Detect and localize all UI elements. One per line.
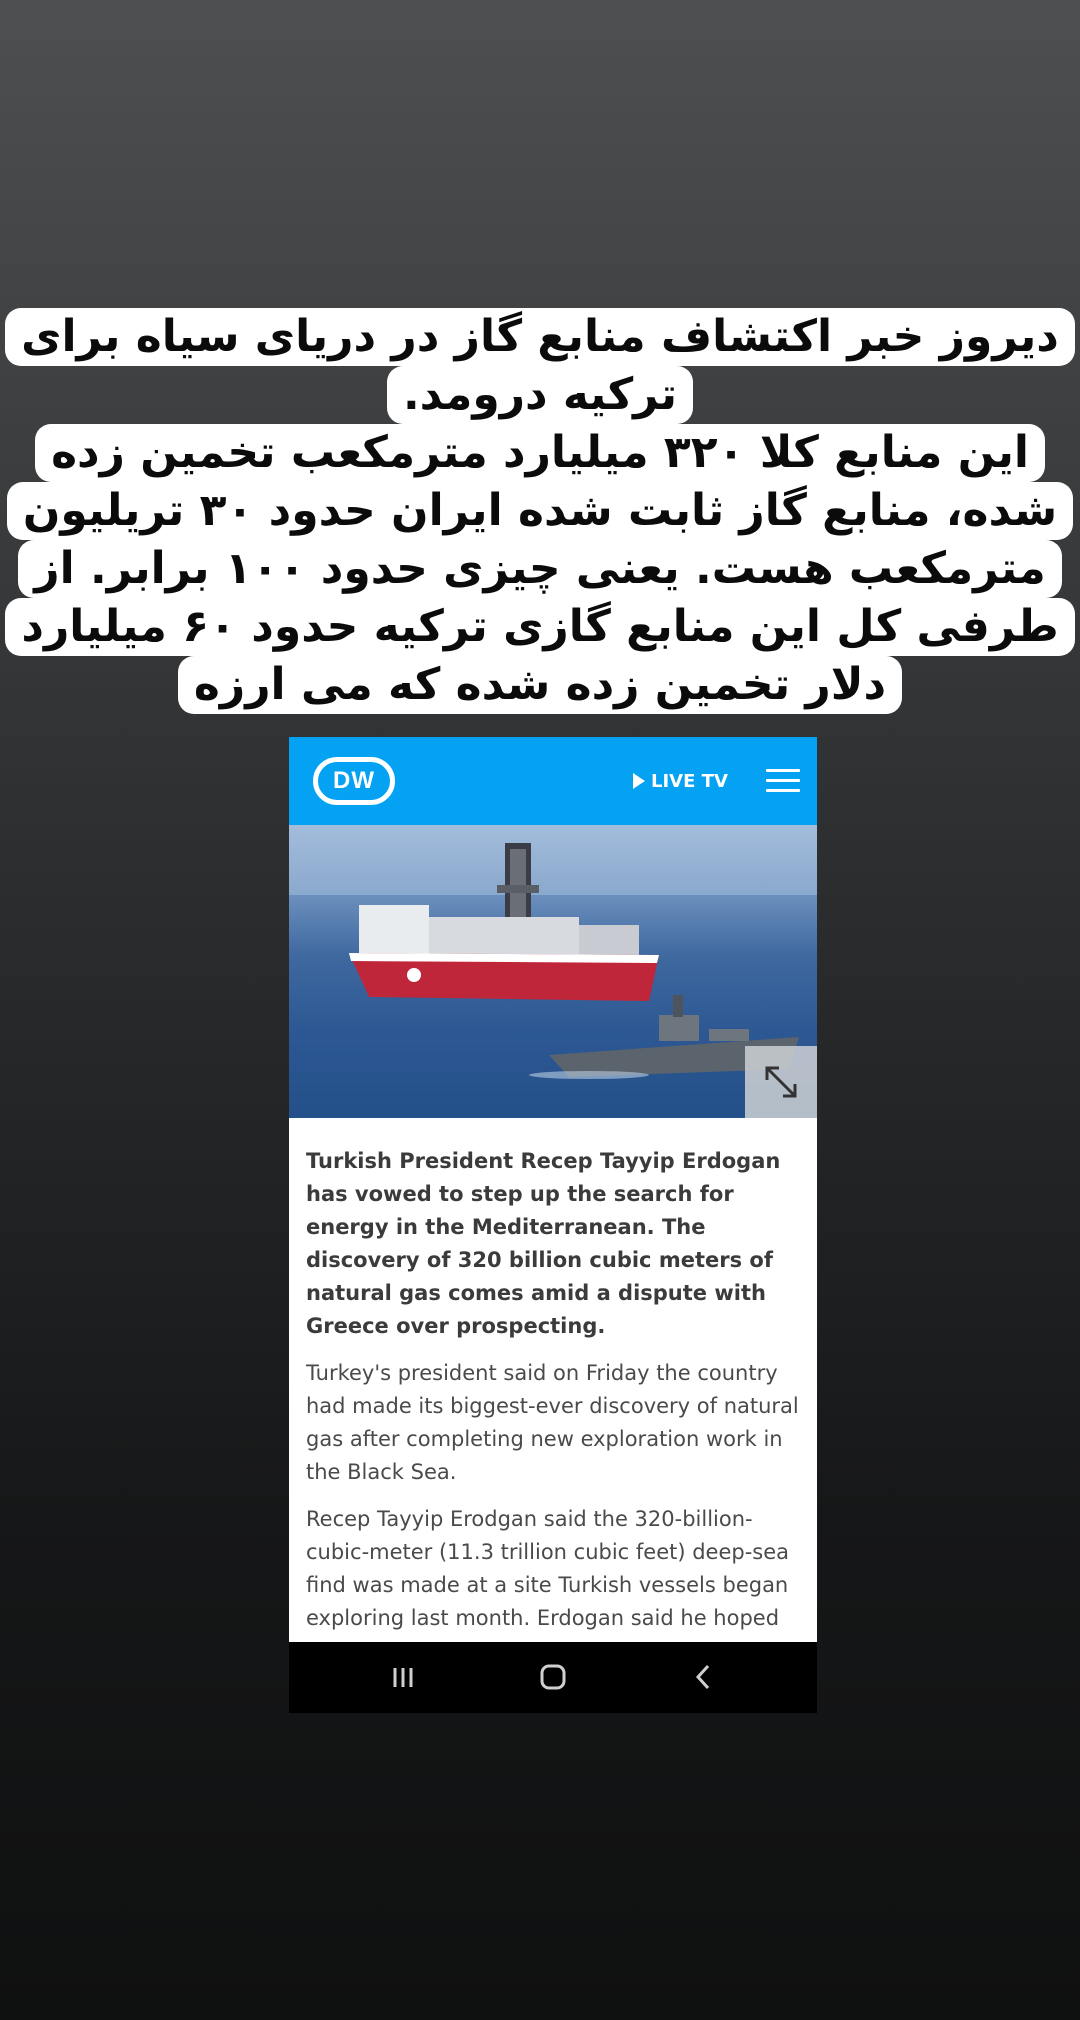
caption-line: دیروز خبر اکتشاف منابع گاز در دریای سیاه… [5,308,1075,366]
caption-line: ترکیه درومد. [386,366,694,424]
story-caption: دیروز خبر اکتشاف منابع گاز در دریای سیاه… [0,308,1080,714]
article-lead: Turkish President Recep Tayyip Erdogan h… [306,1149,781,1338]
home-button[interactable] [513,1642,593,1713]
hero-image[interactable] [289,825,817,1118]
back-button[interactable] [662,1642,742,1713]
recent-apps-button[interactable] [363,1642,443,1713]
site-header: DW LIVE TV [289,737,817,825]
caption-line: طرفی کل این منابع گازی ترکیه حدود ۶۰ میل… [5,598,1075,656]
android-nav-bar [289,1642,817,1713]
article-paragraph: Recep Tayyip Erodgan said the 320-billio… [306,1507,790,1630]
recent-apps-icon [393,1668,413,1687]
live-tv-label: LIVE TV [651,770,728,792]
home-icon [540,1664,566,1690]
article-body: Turkish President Recep Tayyip Erdogan h… [306,1145,806,1649]
back-icon [695,1664,710,1690]
play-icon [633,773,645,789]
expand-button[interactable] [745,1046,817,1118]
dw-logo-text: DW [333,767,375,794]
caption-line: مترمکعب هست. یعنی چیزی حدود ۱۰۰ برابر. ا… [18,540,1062,598]
article-paragraph: Turkey's president said on Friday the co… [306,1361,799,1484]
caption-line: این منابع کلا ۳۲۰ میلیارد مترمکعب تخمین … [35,424,1045,482]
embedded-screenshot: DW LIVE TV Turkish President Recep Tayyi… [289,737,817,1713]
expand-icon [765,1066,797,1098]
dw-logo[interactable]: DW [313,757,395,805]
ships-illustration [289,825,817,1079]
caption-line: دلار تخمین زده شده که می ارزه [177,656,903,714]
live-tv-link[interactable]: LIVE TV [633,768,728,794]
caption-line: شده، منابع گاز ثابت شده ایران حدود ۳۰ تر… [6,482,1074,540]
menu-icon[interactable] [766,769,800,793]
